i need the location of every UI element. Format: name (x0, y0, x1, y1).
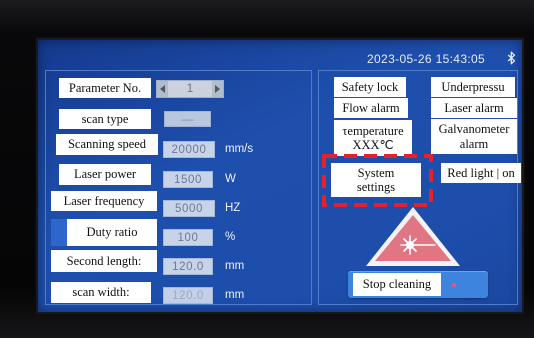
laser-power-unit: W (225, 173, 236, 185)
red-light-toggle[interactable]: Red light | on (441, 163, 521, 183)
laser-source (406, 241, 414, 249)
laser-power-input[interactable]: 1500 (163, 171, 213, 188)
stop-cleaning-label[interactable]: Stop cleaning (353, 273, 441, 296)
status-bar: 2023-05-26 15:43:05 (38, 40, 522, 68)
scan-type-label: scan type (59, 109, 151, 129)
system-settings-line-2: settings (356, 180, 396, 194)
scanning-speed-input[interactable]: 20000 (163, 141, 215, 158)
warning-triangle-fill (375, 215, 451, 261)
parameter-panel: Parameter No. 1 scan type — Scanning spe… (45, 70, 312, 305)
red-dot-icon (452, 283, 456, 287)
arrow-left-icon[interactable] (160, 85, 165, 93)
duty-ratio-unit: % (225, 231, 236, 243)
laser-alarm-indicator: Laser alarm (431, 98, 517, 118)
second-length-unit: mm (225, 260, 245, 272)
scan-width-input[interactable]: 120.0 (163, 287, 213, 304)
system-settings-button[interactable]: System settings (331, 163, 421, 197)
duty-ratio-label: Duty ratio (67, 219, 157, 246)
datetime: 2023-05-26 15:43:05 (367, 52, 486, 66)
underpressure-indicator: Underpressu (431, 77, 515, 97)
laser-power-label: Laser power (59, 164, 151, 185)
second-length-label: Second length: (51, 250, 157, 272)
safety-lock-indicator: Safety lock (334, 77, 406, 97)
parameter-decrement-button[interactable] (157, 81, 168, 97)
duty-ratio-tab (51, 219, 67, 246)
flow-alarm-indicator: Flow alarm (334, 98, 408, 118)
second-length-input[interactable]: 120.0 (163, 258, 213, 275)
laser-warning-icon (366, 207, 460, 266)
parameter-increment-button[interactable] (212, 81, 223, 97)
galvanometer-alarm-line-2: alarm (459, 136, 489, 151)
galvanometer-alarm-indicator: Galvanometer alarm (431, 119, 517, 154)
galvanometer-alarm-line-1: Galvanometer (438, 122, 510, 137)
parameter-no-value[interactable]: 1 (168, 81, 212, 97)
stop-cleaning-button[interactable]: Stop cleaning (348, 271, 488, 298)
duty-ratio-input[interactable]: 100 (163, 229, 213, 246)
parameter-no-spinner: 1 (156, 80, 224, 98)
status-control-panel: Safety lock Underpressu Flow alarm Laser… (318, 70, 521, 305)
system-settings-line-1: System (357, 165, 395, 180)
temperature-indicator: τemperature XXX℃ (334, 120, 412, 156)
scanning-speed-label: Scanning speed (56, 134, 158, 155)
bluetooth-icon (507, 51, 516, 65)
bluetooth-glyph (507, 51, 516, 65)
arrow-right-icon[interactable] (215, 85, 220, 93)
laser-frequency-input[interactable]: 5000 (163, 200, 215, 217)
parameter-no-label: Parameter No. (59, 78, 151, 98)
temperature-value: XXX℃ (352, 138, 394, 152)
temperature-label: τemperature (342, 123, 404, 138)
scanning-speed-unit: mm/s (225, 143, 254, 155)
scan-type-select[interactable]: — (164, 111, 211, 127)
laser-frequency-label: Laser frequency (51, 191, 157, 211)
scan-width-unit: mm (225, 289, 245, 301)
scan-width-label: scan width: (51, 282, 151, 303)
laser-frequency-unit: HZ (225, 202, 241, 214)
touch-screen: 2023-05-26 15:43:05 Parameter No. 1 scan… (38, 40, 522, 312)
